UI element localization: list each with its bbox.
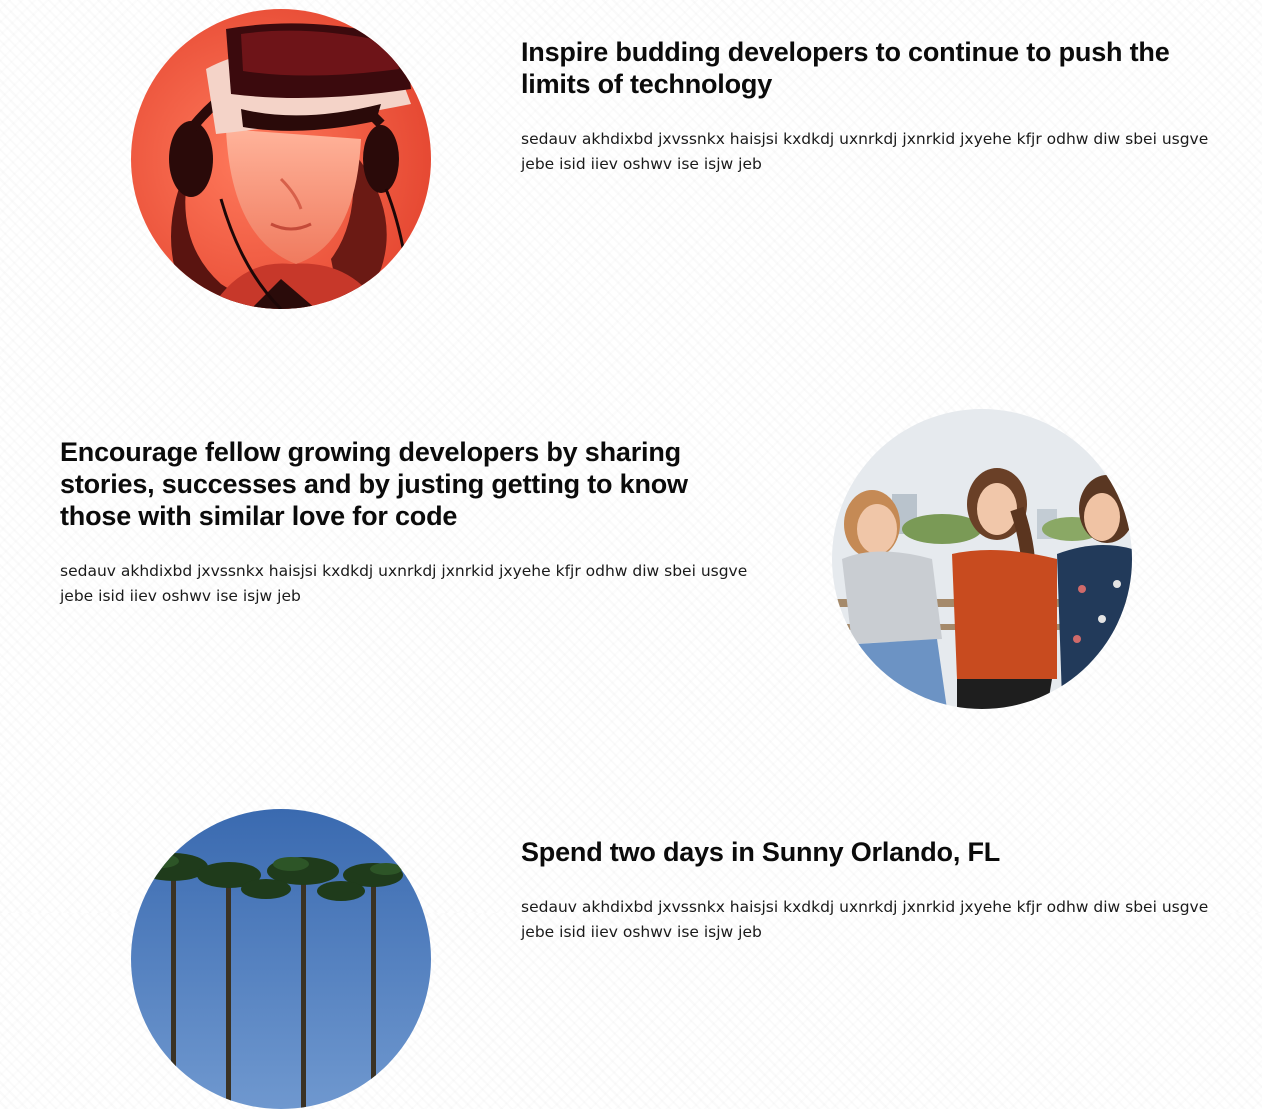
- feature-heading: Spend two days in Sunny Orlando, FL: [521, 837, 1001, 867]
- feature-description: sedauv akhdixbd jxvssnkx haisjsi kxdkdj …: [60, 562, 748, 605]
- friends-laughing-photo: [832, 409, 1132, 709]
- palm-trees-photo: [131, 809, 431, 1109]
- feature-text-1: Inspire budding developers to continue t…: [521, 36, 1211, 177]
- vr-headset-photo: [131, 9, 431, 309]
- feature-heading: Encourage fellow growing developers by s…: [60, 437, 688, 531]
- feature-text-2: Encourage fellow growing developers by s…: [60, 436, 750, 609]
- feature-description: sedauv akhdixbd jxvssnkx haisjsi kxdkdj …: [521, 898, 1209, 941]
- feature-text-3: Spend two days in Sunny Orlando, FL seda…: [521, 836, 1211, 945]
- feature-heading: Inspire budding developers to continue t…: [521, 37, 1170, 99]
- feature-description: sedauv akhdixbd jxvssnkx haisjsi kxdkdj …: [521, 130, 1209, 173]
